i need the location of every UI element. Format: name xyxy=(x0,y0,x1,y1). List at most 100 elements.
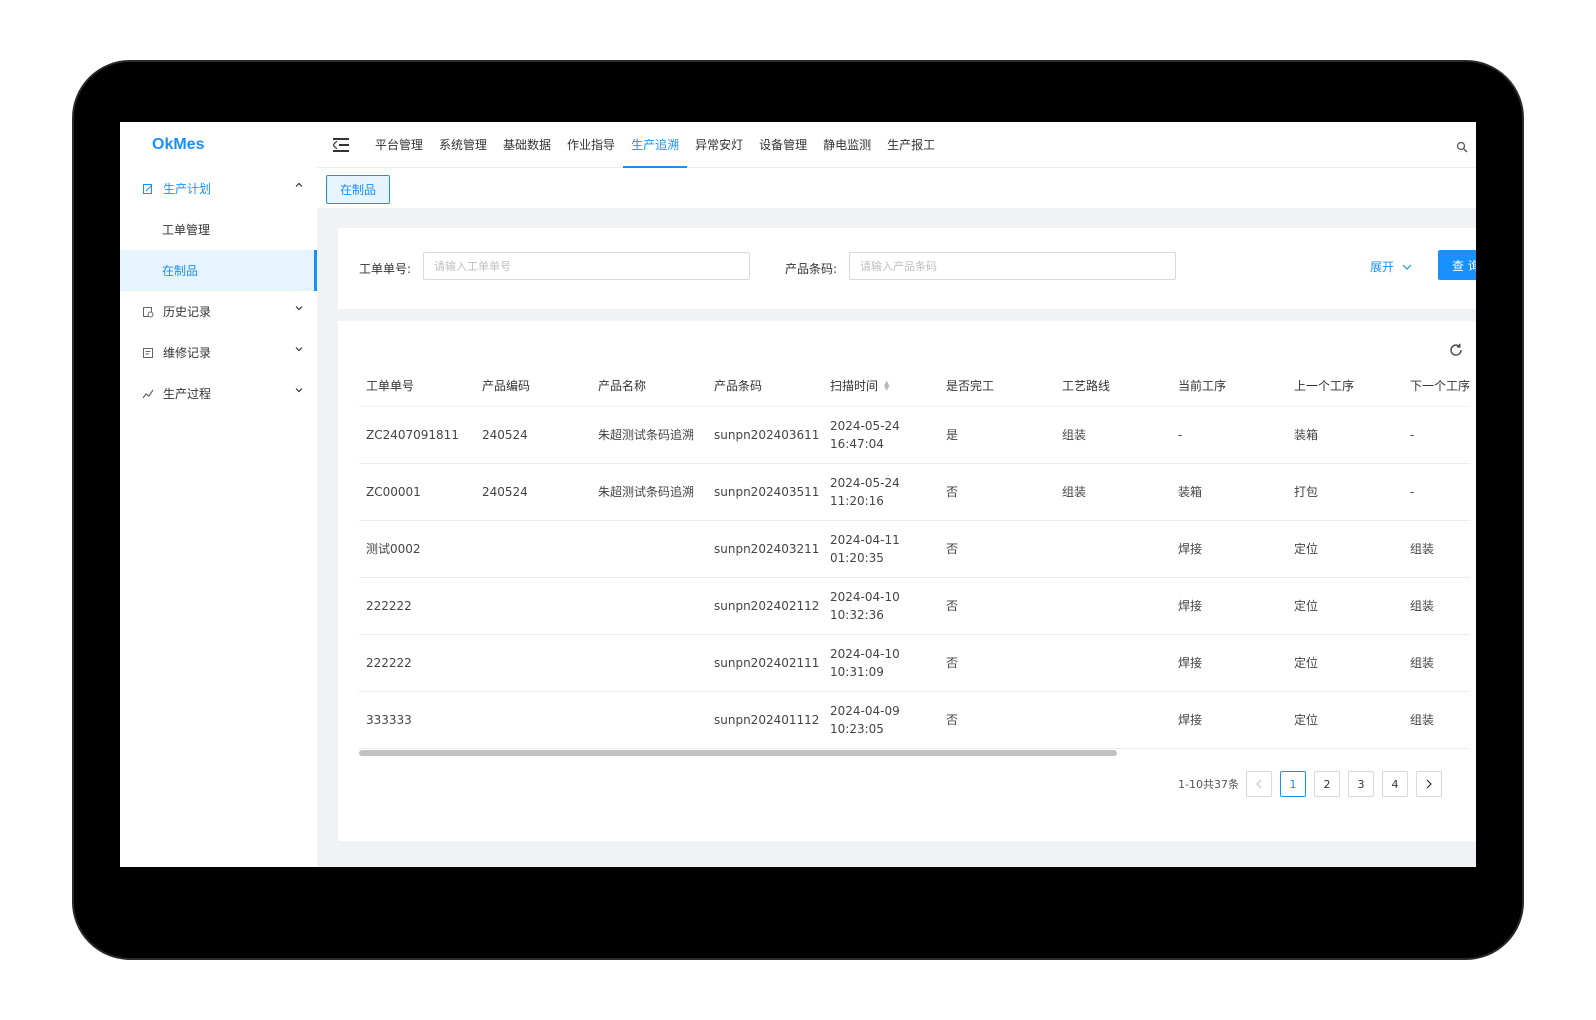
sidebar-item-production-plan[interactable]: 生产计划 xyxy=(120,168,317,209)
cell-scan-time: 2024-04-10 10:31:09 xyxy=(823,634,939,692)
page-button[interactable]: 3 xyxy=(1347,771,1374,797)
barcode-input[interactable]: 请输入产品条码 xyxy=(849,252,1176,280)
cell-product-code xyxy=(475,520,591,578)
cell-barcode: sunpn202402112 xyxy=(707,577,823,635)
page-button[interactable]: 2 xyxy=(1313,771,1340,797)
prev-page-button[interactable] xyxy=(1245,771,1272,797)
sidebar-item-wip[interactable]: 在制品 xyxy=(120,250,317,291)
cell-prev-process: 定位 xyxy=(1287,520,1403,578)
cell-order-no: 222222 xyxy=(359,634,475,692)
cell-product-name xyxy=(591,634,707,692)
cell-route xyxy=(1055,520,1171,578)
sidebar-item-history[interactable]: 历史记录 xyxy=(120,291,317,332)
cell-product-name xyxy=(591,520,707,578)
sidebar-item-repair[interactable]: 维修记录 xyxy=(120,332,317,373)
edit-doc-icon xyxy=(142,183,154,195)
repair-list-icon xyxy=(142,347,154,359)
page-button[interactable]: 1 xyxy=(1279,771,1306,797)
scan-date: 2024-04-09 xyxy=(830,703,900,718)
scan-date: 2024-04-11 xyxy=(830,532,900,547)
cell-next-process: - xyxy=(1403,406,1471,464)
sidebar-item-process[interactable]: 生产过程 xyxy=(120,373,317,414)
tab-andon[interactable]: 异常安灯 xyxy=(687,122,751,168)
chevron-up-icon xyxy=(295,181,303,192)
order-no-input[interactable]: 请输入工单单号 xyxy=(423,252,750,280)
cell-next-process: 组装 xyxy=(1403,520,1471,578)
table-row[interactable]: ZC00001 240524 朱超测试条码追溯 sunpn202403511 2024-… xyxy=(359,463,1471,521)
sidebar-item-label: 生产计划 xyxy=(163,182,212,196)
menu-fold-icon[interactable] xyxy=(333,137,349,152)
scan-clock: 10:23:05 xyxy=(830,721,884,736)
next-page-button[interactable] xyxy=(1415,771,1442,797)
cell-order-no: 222222 xyxy=(359,577,475,635)
column-header: 产品名称 xyxy=(591,365,707,407)
total-count: 1-10共37条 xyxy=(1178,778,1239,791)
horizontal-scrollbar[interactable] xyxy=(359,750,1117,756)
expand-toggle[interactable]: 展开 xyxy=(1370,258,1412,275)
cell-current-process: 焊接 xyxy=(1171,577,1287,635)
tab-equipment[interactable]: 设备管理 xyxy=(751,122,815,168)
tab-reporting[interactable]: 生产报工 xyxy=(879,122,943,168)
cell-completed: 否 xyxy=(939,691,1055,749)
cell-barcode: sunpn202403611 xyxy=(707,406,823,464)
tab-esd[interactable]: 静电监测 xyxy=(815,122,879,168)
cell-barcode: sunpn202403211 xyxy=(707,520,823,578)
refresh-icon[interactable] xyxy=(1448,342,1464,358)
cell-prev-process: 定位 xyxy=(1287,634,1403,692)
column-header: 产品编码 xyxy=(475,365,591,407)
search-icon[interactable] xyxy=(1456,138,1468,153)
app-logo: OkMes xyxy=(152,136,205,153)
table-body: ZC2407091811 240524 朱超测试条码追溯 sunpn202403611… xyxy=(359,406,1471,749)
cell-completed: 是 xyxy=(939,406,1055,464)
tab-platform[interactable]: 平台管理 xyxy=(367,122,431,168)
top-header: 平台管理 系统管理 基础数据 作业指导 生产追溯 异常安灯 设备管理 静电监测 … xyxy=(317,122,1476,168)
tag-wip[interactable]: 在制品 xyxy=(326,175,391,204)
sidebar-item-label: 生产过程 xyxy=(163,387,212,401)
cell-next-process: 组装 xyxy=(1403,577,1471,635)
tab-work-guide[interactable]: 作业指导 xyxy=(559,122,623,168)
cell-order-no: ZC2407091811 xyxy=(359,406,475,464)
scan-date: 2024-04-10 xyxy=(830,646,900,661)
column-header: 下一个工序 xyxy=(1403,365,1471,407)
column-header: 当前工序 xyxy=(1171,365,1287,407)
page-button[interactable]: 4 xyxy=(1381,771,1408,797)
pagination: 1-10共37条 1 2 3 4 xyxy=(1178,771,1450,797)
sort-icon[interactable]: ▲ ▼ xyxy=(884,380,889,392)
cell-current-process: 焊接 xyxy=(1171,634,1287,692)
chevron-down-icon xyxy=(295,345,303,356)
table-row[interactable]: 333333 sunpn202401112 2024-04-09 10:23:05 否 焊… xyxy=(359,691,1471,749)
sidebar-item-label: 维修记录 xyxy=(163,346,212,360)
expand-label: 展开 xyxy=(1370,260,1395,274)
tab-traceability[interactable]: 生产追溯 xyxy=(623,122,688,168)
scan-date: 2024-04-10 xyxy=(830,589,900,604)
cell-completed: 否 xyxy=(939,577,1055,635)
app-screen: OkMes 生产计划 工单管理 在制品 历史记录 维修记录 生产过程 平台管理 … xyxy=(120,122,1476,867)
cell-completed: 否 xyxy=(939,634,1055,692)
cell-barcode: sunpn202402111 xyxy=(707,634,823,692)
column-header-scan-time[interactable]: 扫描时间 ▲ ▼ xyxy=(823,365,939,407)
cell-product-name xyxy=(591,577,707,635)
chevron-down-icon xyxy=(1402,263,1412,271)
cell-prev-process: 定位 xyxy=(1287,691,1403,749)
column-header: 产品条码 xyxy=(707,365,823,407)
query-button[interactable]: 查 询 xyxy=(1438,250,1476,280)
tab-system[interactable]: 系统管理 xyxy=(431,122,495,168)
tab-basic-data[interactable]: 基础数据 xyxy=(495,122,559,168)
cell-current-process: 装箱 xyxy=(1171,463,1287,521)
table-row[interactable]: 测试0002 sunpn202403211 2024-04-11 01:20:35 否 焊… xyxy=(359,520,1471,578)
table-row[interactable]: 222222 sunpn202402111 2024-04-10 10:31:09 否 焊… xyxy=(359,634,1471,692)
wip-table: 工单单号 产品编码 产品名称 产品条码 扫描时间 ▲ ▼ 是否完工 工艺路线 当前工… xyxy=(359,365,1471,749)
line-chart-icon xyxy=(142,388,154,400)
table-row[interactable]: ZC2407091811 240524 朱超测试条码追溯 sunpn202403611… xyxy=(359,406,1471,464)
tags-view-bar: 在制品 xyxy=(317,168,1476,208)
column-header-label: 扫描时间 xyxy=(830,378,879,393)
sidebar-item-work-orders[interactable]: 工单管理 xyxy=(120,209,317,250)
cell-product-code: 240524 xyxy=(475,406,591,464)
table-row[interactable]: 222222 sunpn202402112 2024-04-10 10:32:36 否 焊… xyxy=(359,577,1471,635)
table-header-row: 工单单号 产品编码 产品名称 产品条码 扫描时间 ▲ ▼ 是否完工 工艺路线 当前工… xyxy=(359,365,1471,407)
cell-prev-process: 装箱 xyxy=(1287,406,1403,464)
scan-date: 2024-05-24 xyxy=(830,475,900,490)
cell-route: 组装 xyxy=(1055,406,1171,464)
cell-next-process: 组装 xyxy=(1403,634,1471,692)
cell-product-code xyxy=(475,634,591,692)
